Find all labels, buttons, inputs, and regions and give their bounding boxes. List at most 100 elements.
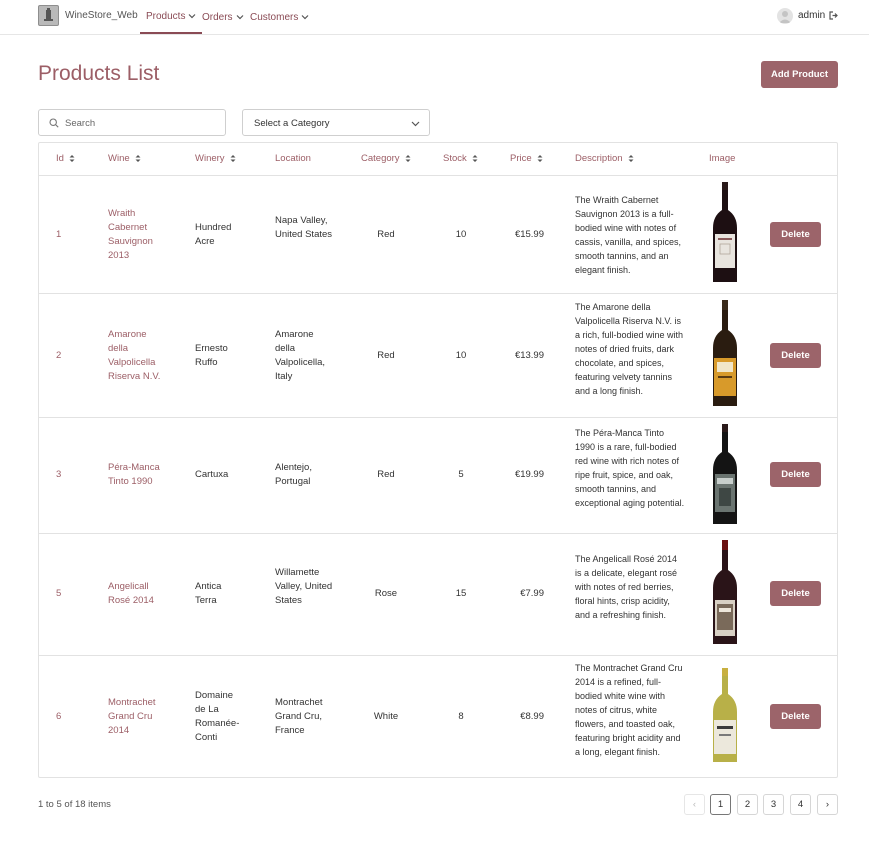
search-field[interactable] [38, 109, 226, 136]
row-description: The Montrachet Grand Cru 2014 is a refin… [575, 663, 683, 757]
app-logo[interactable] [38, 5, 59, 26]
row-stock: 10 [455, 229, 467, 240]
row-wine-link[interactable]: Amarone della Valpolicella Riserva N.V. [108, 328, 168, 384]
delete-button[interactable]: Delete [770, 343, 821, 368]
column-header-price[interactable]: Price [510, 153, 543, 164]
chevron-left-icon: ‹ [692, 799, 697, 810]
search-input[interactable] [65, 114, 220, 132]
pagination-prev-button[interactable]: ‹ [684, 794, 705, 815]
column-header-category[interactable]: Category [361, 153, 411, 164]
brand-name[interactable]: WineStore_Web [65, 10, 138, 21]
row-description: The Amarone della Valpolicella Riserva N… [575, 302, 684, 396]
category-select-value: Select a Category [254, 118, 330, 129]
row-wine-link[interactable]: Montrachet Grand Cru 2014 [108, 696, 168, 738]
row-winery: Hundred Acre [195, 222, 232, 247]
nav-customers[interactable]: Customers [250, 0, 309, 34]
row-location: Alentejo, Portugal [275, 462, 312, 487]
row-stock: 8 [458, 711, 464, 722]
delete-button[interactable]: Delete [770, 704, 821, 729]
page-number: 1 [717, 799, 724, 810]
delete-button[interactable]: Delete [770, 581, 821, 606]
delete-button[interactable]: Delete [770, 222, 821, 247]
pagination-page-3[interactable]: 3 [763, 794, 784, 815]
column-header-label: Wine [108, 153, 130, 164]
row-description: The Péra-Manca Tinto 1990 is a rare, ful… [575, 428, 685, 508]
user-avatar[interactable] [777, 8, 793, 24]
add-product-button[interactable]: Add Product [761, 61, 838, 88]
column-header-winery[interactable]: Winery [195, 153, 236, 164]
nav-products[interactable]: Products [140, 0, 203, 34]
table-row: 1 Wraith Cabernet Sauvignon 2013 Hundred… [39, 175, 837, 293]
row-stock: 5 [458, 469, 464, 480]
row-category: White [373, 711, 399, 722]
row-description: The Wraith Cabernet Sauvignon 2013 is a … [575, 195, 682, 275]
delete-button[interactable]: Delete [770, 462, 821, 487]
column-header-id[interactable]: Id [56, 153, 75, 164]
table-row: 2 Amarone della Valpolicella Riserva N.V… [39, 293, 837, 417]
row-wine-link[interactable]: Angelicall Rosé 2014 [108, 580, 168, 608]
column-header-label: Image [709, 153, 736, 164]
sort-icon [628, 155, 634, 162]
nav-products-label: Products [146, 10, 186, 22]
wine-bottle-image [713, 668, 737, 762]
table-row: 5 Angelicall Rosé 2014 Antica Terra Will… [39, 533, 837, 655]
page-title: Products List [38, 62, 160, 85]
wine-bottle-image [713, 300, 737, 406]
logout-icon[interactable] [829, 11, 838, 20]
row-category: Red [377, 350, 395, 361]
row-winery: Antica Terra [195, 581, 222, 606]
category-select[interactable]: Select a Category [242, 109, 430, 136]
row-wine-link[interactable]: Wraith Cabernet Sauvignon 2013 [108, 207, 168, 263]
pagination-page-1[interactable]: 1 [710, 794, 731, 815]
chevron-down-icon [301, 15, 309, 20]
row-price: €19.99 [514, 469, 544, 480]
chevron-down-icon [411, 121, 420, 127]
row-category: Red [377, 469, 395, 480]
sort-icon [472, 155, 478, 162]
row-price: €13.99 [514, 350, 544, 361]
sort-icon [135, 155, 141, 162]
row-winery: Cartuxa [195, 469, 229, 480]
username[interactable]: admin [798, 10, 825, 21]
row-category: Red [377, 229, 395, 240]
row-wine-link[interactable]: Péra-Manca Tinto 1990 [108, 461, 168, 489]
nav-customers-label: Customers [250, 11, 299, 23]
sort-icon [405, 155, 411, 162]
pagination-page-2[interactable]: 2 [737, 794, 758, 815]
column-header-description[interactable]: Description [575, 153, 634, 164]
row-id: 1 [56, 229, 62, 240]
row-price: €8.99 [520, 711, 544, 722]
wine-bottle-image [713, 424, 737, 524]
column-header-location: Location [275, 153, 311, 164]
column-header-label: Category [361, 153, 400, 164]
nav-orders[interactable]: Orders [202, 0, 244, 34]
page-number: 3 [770, 799, 777, 810]
column-header-label: Description [575, 153, 623, 164]
search-icon [49, 118, 59, 128]
sort-icon [537, 155, 543, 162]
row-location: Willamette Valley, United States [275, 567, 333, 606]
pagination-page-4[interactable]: 4 [790, 794, 811, 815]
pagination-next-button[interactable]: › [817, 794, 838, 815]
page-number: 2 [744, 799, 751, 810]
wine-bottle-image [713, 182, 737, 282]
top-navbar: WineStore_Web Products Orders Customers … [0, 0, 869, 35]
row-price: €7.99 [520, 588, 544, 599]
column-header-stock[interactable]: Stock [443, 153, 478, 164]
column-header-label: Location [275, 153, 311, 164]
row-id: 5 [56, 588, 62, 599]
row-location: Amarone della Valpolicella, Italy [275, 329, 325, 382]
table-row: 6 Montrachet Grand Cru 2014 Domaine de L… [39, 655, 837, 778]
row-location: Napa Valley, United States [275, 215, 333, 240]
row-id: 2 [56, 350, 62, 361]
chevron-down-icon [236, 15, 243, 20]
column-header-image: Image [709, 153, 735, 164]
row-location: Montrachet Grand Cru, France [275, 697, 323, 736]
chevron-down-icon [189, 14, 196, 19]
pagination-info: 1 to 5 of 18 items [38, 799, 111, 810]
column-header-wine[interactable]: Wine [108, 153, 141, 164]
column-header-label: Winery [195, 153, 225, 164]
sort-icon [69, 155, 75, 162]
nav-orders-label: Orders [202, 11, 233, 23]
row-id: 6 [56, 711, 62, 722]
